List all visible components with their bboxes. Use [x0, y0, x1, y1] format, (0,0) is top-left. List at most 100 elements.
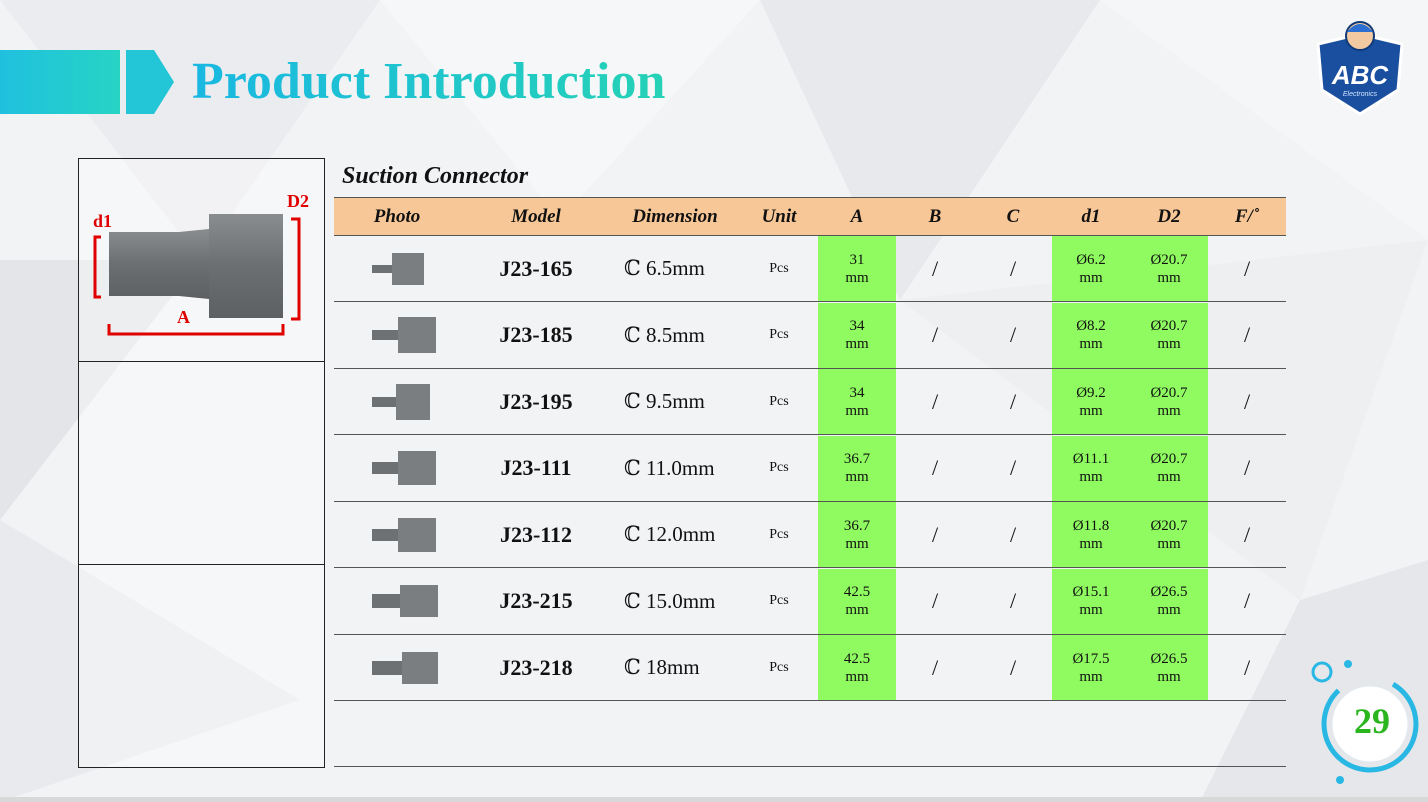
- model-cell: J23-218: [499, 654, 573, 680]
- c-cell: /: [1009, 455, 1017, 480]
- f-cell: /: [1243, 654, 1251, 680]
- title-accent-bar: [0, 50, 120, 114]
- header-c: C: [1006, 206, 1020, 227]
- unit-cell: Pcs: [769, 659, 789, 675]
- table-header: Photo Model Dimension Unit A B C d1 D2 F…: [334, 197, 1286, 236]
- product-photo: [364, 569, 444, 634]
- d1-unit: mm: [1079, 535, 1103, 552]
- b-cell: /: [931, 255, 939, 281]
- table-row: J23-165 ℂ 6.5mm Pcs 31 mm / / Ø6.2 mm Ø20.7 mm /: [334, 236, 1286, 302]
- a-cell: 34 mm: [818, 303, 896, 368]
- dimension-cell: ℂ 9.5mm: [624, 389, 705, 413]
- d1-cell: Ø17.5 mm: [1052, 635, 1130, 700]
- logo-tagline-text: Electronics: [1343, 91, 1378, 98]
- d1-unit: mm: [1079, 269, 1103, 286]
- unit-cell: Pcs: [769, 393, 789, 409]
- d2-value: Ø20.7: [1150, 318, 1188, 334]
- label-d1: d1: [93, 211, 112, 231]
- header-model: Model: [511, 206, 561, 227]
- table-row: J23-195 ℂ 9.5mm Pcs 34 mm / / Ø9.2 mm Ø20.7 mm /: [334, 369, 1286, 435]
- model-cell: J23-165: [499, 255, 573, 281]
- a-value: 42.5: [843, 650, 871, 667]
- a-cell: 36.7 mm: [818, 502, 896, 567]
- header-d1: d1: [1081, 206, 1101, 227]
- a-unit: mm: [845, 602, 869, 618]
- c-cell: /: [1009, 588, 1017, 613]
- unit-cell: Pcs: [769, 260, 789, 276]
- d1-value: Ø11.8: [1072, 517, 1110, 534]
- header-dimension: Dimension: [632, 206, 718, 227]
- table-row: J23-215 ℂ 15.0mm Pcs 42.5 mm / / Ø15.1 mm Ø26.5 mm…: [334, 568, 1286, 635]
- model-cell: J23-112: [499, 521, 573, 547]
- model-cell: J23-215: [499, 588, 573, 613]
- d1-value: Ø8.2: [1076, 318, 1106, 334]
- d2-cell: Ø20.7 mm: [1130, 369, 1208, 434]
- d2-value: Ø26.5: [1150, 584, 1188, 600]
- table-row: J23-112 ℂ 12.0mm Pcs 36.7 mm / / Ø11.8 mm Ø20.7 mm…: [334, 502, 1286, 568]
- b-cell: /: [931, 521, 939, 547]
- dimension-cell: ℂ 12.0mm: [624, 522, 716, 546]
- d1-cell: Ø11.1 mm: [1052, 436, 1130, 501]
- unit-cell: Pcs: [769, 327, 789, 342]
- f-cell: /: [1243, 388, 1251, 414]
- c-cell: /: [1009, 654, 1017, 680]
- a-unit: mm: [845, 535, 869, 552]
- f-cell: /: [1243, 455, 1251, 480]
- b-cell: /: [931, 588, 939, 613]
- d1-cell: Ø9.2 mm: [1052, 369, 1130, 434]
- a-cell: 34 mm: [818, 369, 896, 434]
- bottom-divider: [0, 797, 1428, 802]
- unit-cell: Pcs: [769, 460, 789, 475]
- d1-unit: mm: [1079, 469, 1103, 485]
- abc-electronics-logo: ABC Electronics: [1316, 21, 1404, 116]
- model-cell: J23-185: [499, 322, 573, 347]
- d2-value: Ø20.7: [1150, 451, 1188, 467]
- d1-cell: Ø11.8 mm: [1052, 502, 1130, 567]
- d2-value: Ø20.7: [1150, 517, 1188, 534]
- c-cell: /: [1009, 521, 1017, 547]
- dimension-cell: ℂ 15.0mm: [624, 588, 716, 613]
- d2-cell: Ø26.5 mm: [1130, 635, 1208, 700]
- connector-photo-icon: [372, 651, 438, 684]
- d1-value: Ø6.2: [1076, 251, 1106, 268]
- d2-unit: mm: [1157, 269, 1181, 286]
- c-cell: /: [1009, 322, 1017, 347]
- d2-cell: Ø26.5 mm: [1130, 569, 1208, 634]
- d1-value: Ø15.1: [1072, 584, 1110, 600]
- b-cell: /: [931, 455, 939, 480]
- title-arrow-icon: [126, 50, 174, 114]
- page-title: Product Introduction: [192, 53, 666, 110]
- table-row: J23-111 ℂ 11.0mm Pcs 36.7 mm / / Ø11.1 mm Ø20.7 mm…: [334, 435, 1286, 502]
- a-cell: 36.7 mm: [818, 436, 896, 501]
- d1-cell: Ø8.2 mm: [1052, 303, 1130, 368]
- dimension-diagram-panel: d1 D2 A: [78, 158, 325, 768]
- d2-value: Ø20.7: [1150, 384, 1188, 401]
- a-unit: mm: [845, 269, 869, 286]
- dimension-cell: ℂ 18mm: [624, 655, 700, 679]
- d1-cell: Ø6.2 mm: [1052, 236, 1130, 301]
- product-photo: [364, 236, 444, 301]
- d2-unit: mm: [1157, 602, 1181, 618]
- a-cell: 42.5 mm: [818, 569, 896, 634]
- b-cell: /: [931, 654, 939, 680]
- d1-value: Ø9.2: [1076, 384, 1106, 401]
- a-value: 31: [849, 251, 865, 268]
- connector-photo-icon: [372, 585, 438, 617]
- a-value: 36.7: [843, 451, 871, 467]
- d1-value: Ø11.1: [1072, 451, 1110, 467]
- a-unit: mm: [845, 336, 869, 352]
- d2-cell: Ø20.7 mm: [1130, 303, 1208, 368]
- header-photo: Photo: [373, 206, 421, 227]
- d2-value: Ø26.5: [1150, 650, 1188, 667]
- product-photo: [364, 502, 444, 567]
- product-photo: [364, 436, 444, 501]
- a-unit: mm: [845, 469, 869, 485]
- c-cell: /: [1009, 255, 1017, 281]
- header-f: F/˚: [1234, 206, 1260, 227]
- dimension-cell: ℂ 11.0mm: [624, 455, 715, 480]
- d2-cell: Ø20.7 mm: [1130, 236, 1208, 301]
- d2-value: Ø20.7: [1150, 251, 1188, 268]
- dimension-cell: ℂ 6.5mm: [624, 256, 705, 280]
- logo-brand-text: ABC: [1331, 60, 1390, 90]
- table-bottom-border: [334, 766, 1286, 767]
